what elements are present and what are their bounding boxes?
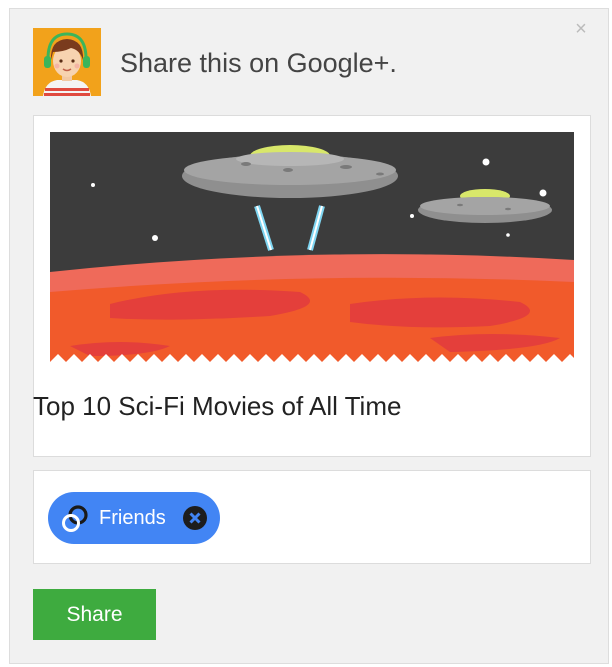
remove-icon[interactable]: [182, 505, 208, 531]
share-button[interactable]: Share: [33, 589, 156, 640]
close-icon[interactable]: ×: [571, 19, 591, 39]
circles-icon: [62, 505, 88, 532]
ufo-illustration: [50, 132, 574, 370]
chip-label: Friends: [99, 507, 166, 529]
dialog-title: Share this on Google+.: [120, 48, 397, 78]
user-avatar: [33, 28, 101, 96]
card-title: Top 10 Sci-Fi Movies of All Time: [33, 391, 402, 421]
audience-chip-friends[interactable]: Friends: [48, 492, 220, 544]
